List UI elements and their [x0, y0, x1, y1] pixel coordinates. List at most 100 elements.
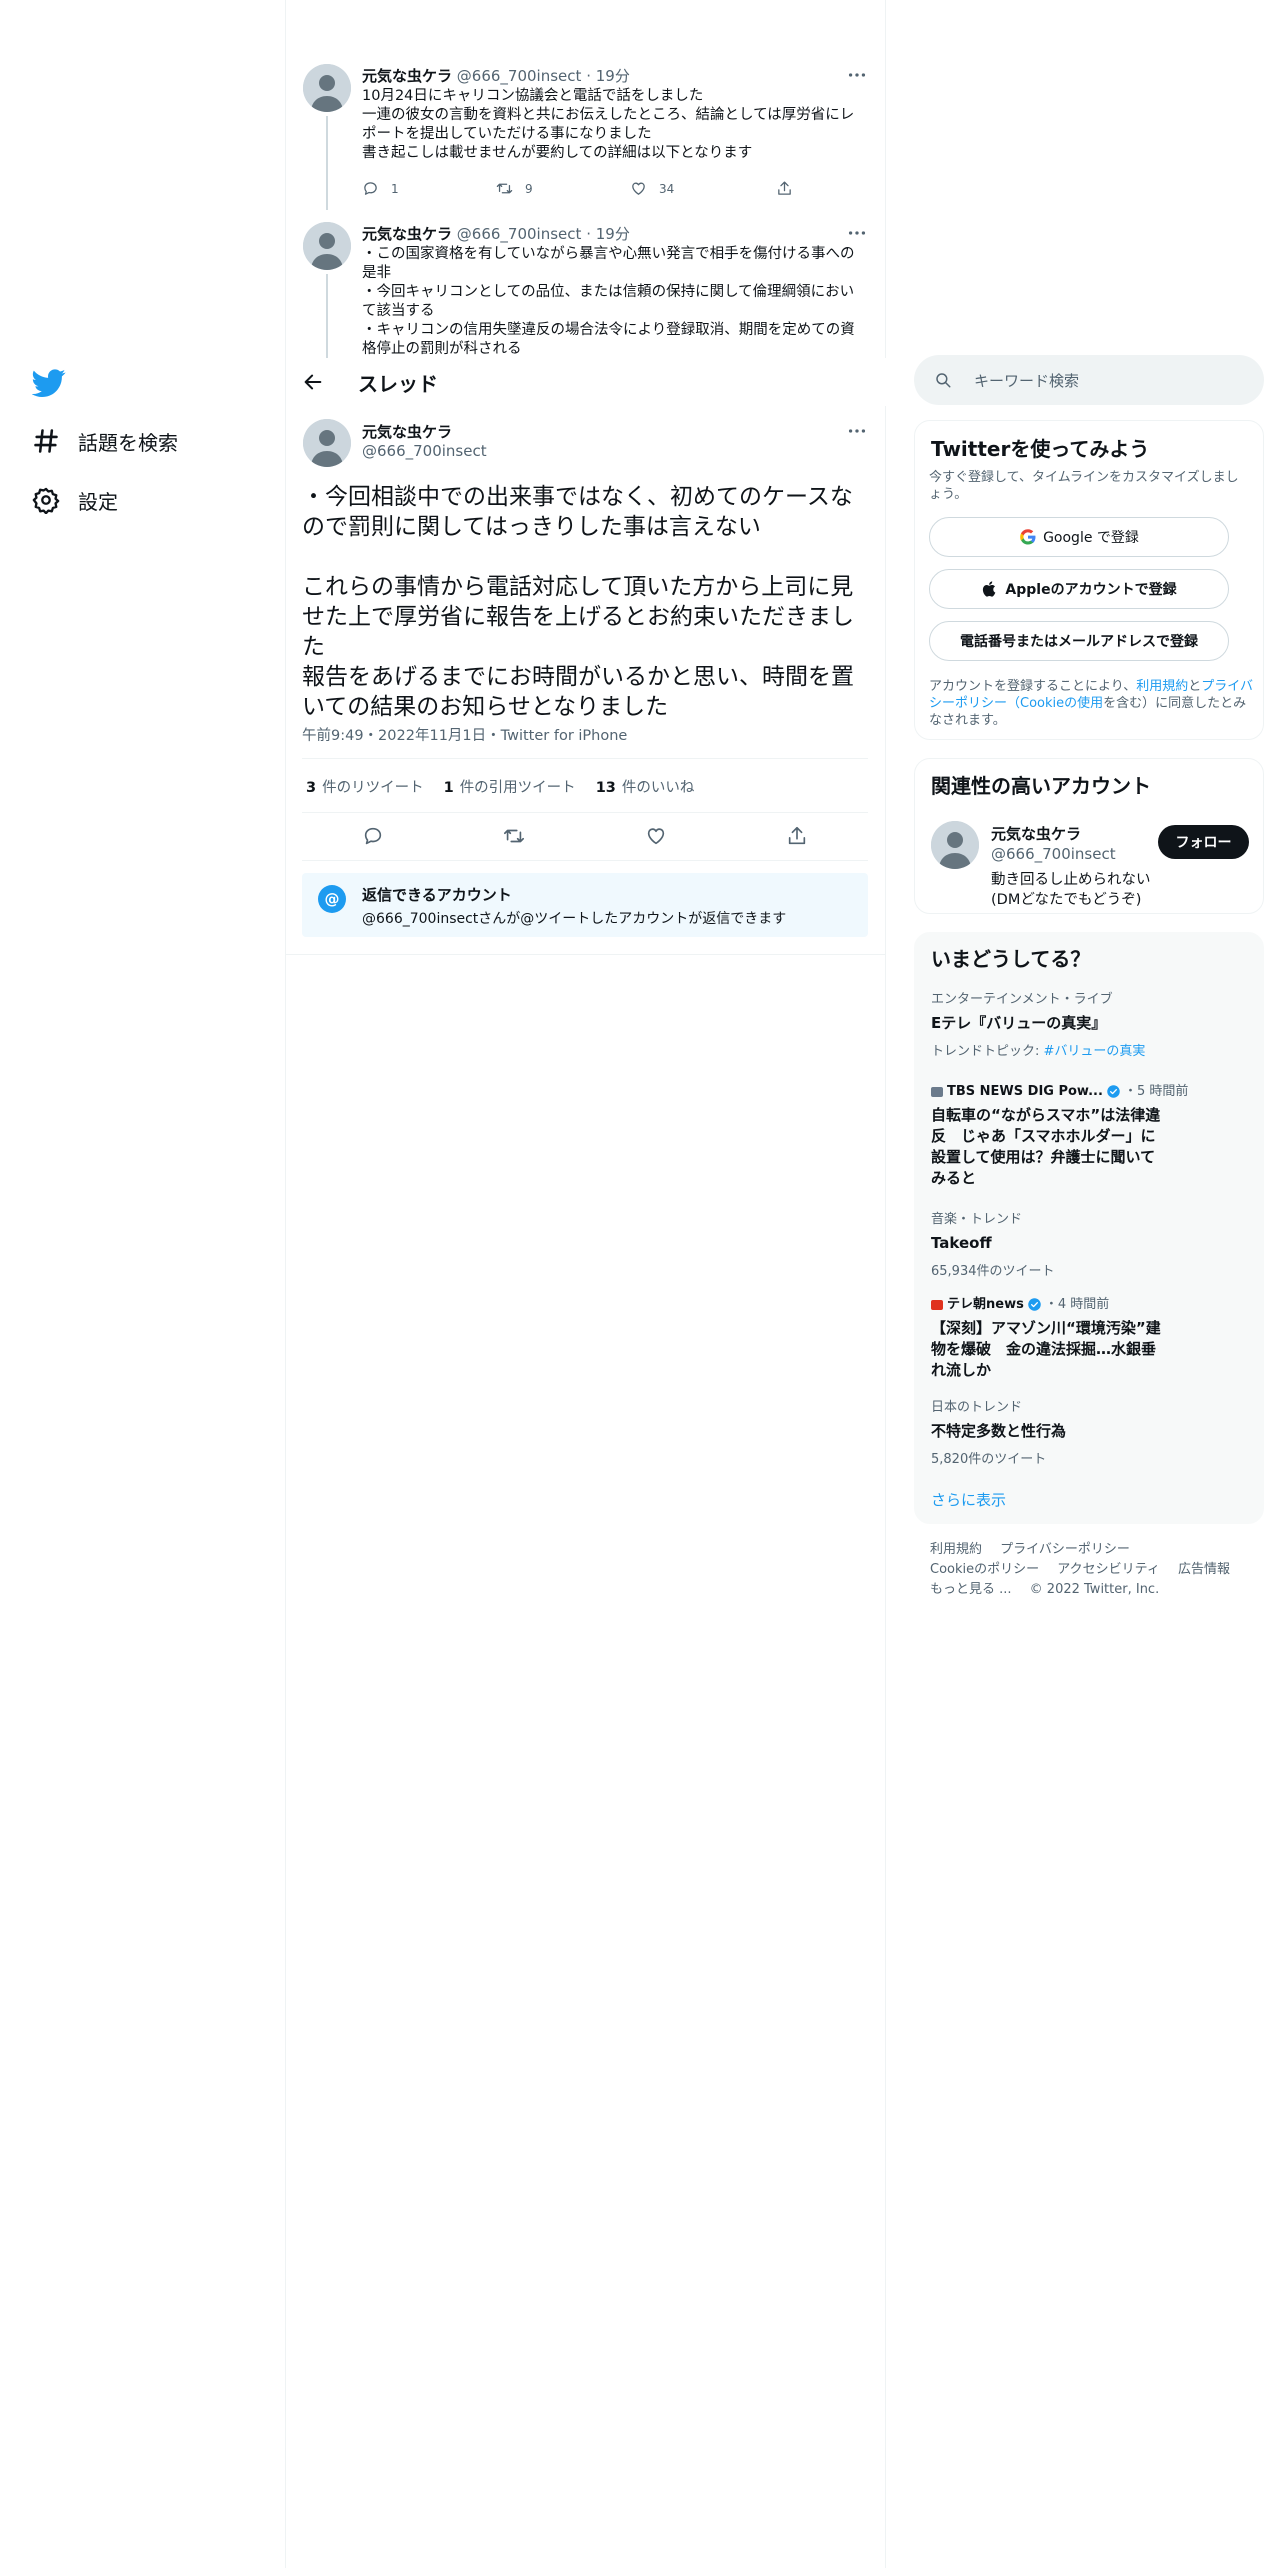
twitter-logo-icon[interactable] [32, 365, 66, 399]
share-icon [778, 181, 791, 195]
left-nav: 話題を検索 設定 [0, 0, 286, 2568]
thread-header: スレッド [286, 358, 886, 406]
heart-icon [632, 182, 645, 195]
more-icon[interactable] [846, 420, 868, 442]
tweet-time[interactable]: 19分 [596, 225, 630, 243]
divider [286, 954, 886, 955]
related-account-bio: 動き回るし止められない(DMどなたでもどうぞ) [991, 872, 1151, 908]
search-icon [936, 373, 951, 388]
tweet-actions: 1 9 34 [362, 180, 805, 197]
divider [302, 758, 868, 759]
divider [302, 860, 868, 861]
tweet-header: 元気な虫ケラ @666_700insect · 19分 [362, 225, 630, 243]
tweet-stats: 3 件のリツイート 1 件の引用ツイート 13 件のいいね [306, 776, 714, 797]
tweet-time[interactable]: 19分 [596, 67, 630, 85]
avatar[interactable] [303, 64, 351, 112]
reply-button[interactable]: 1 [362, 180, 496, 197]
tweet-timestamp[interactable]: 午前9:49・2022年11月1日・Twitter for iPhone [302, 724, 627, 745]
retweet-icon [496, 183, 513, 194]
nav-settings-label: 設定 [78, 489, 118, 514]
footer-link[interactable]: プライバシーポリシー [1000, 1542, 1130, 1557]
thread-connector [326, 274, 328, 360]
footer-link[interactable]: 広告情報 [1178, 1562, 1230, 1577]
trends-card: いまどうしてる？ エンターテインメント・ライブ Eテレ『バリューの真実』 トレン… [914, 932, 1264, 1524]
footer-link[interactable]: もっと見る ... [930, 1582, 1012, 1597]
trend-item[interactable]: 音楽・トレンド Takeoff 65,934件のツイート [931, 1211, 1231, 1279]
tweet-author-name[interactable]: 元気な虫ケラ [362, 67, 452, 85]
trend-item[interactable]: TBS NEWS DIG Pow... ・5 時間前 自転車の“ながらスマホ”は… [931, 1083, 1231, 1189]
signup-title: Twitterを使ってみよう [931, 437, 1150, 461]
reply-icon [364, 182, 377, 195]
retweets-stat[interactable]: 3 件のリツイート [306, 776, 424, 797]
nav-settings[interactable]: 設定 [32, 478, 118, 522]
signup-subtitle: 今すぐ登録して、タイムラインをカスタマイズしましょう。 [929, 470, 1239, 502]
like-button[interactable]: 34 [630, 180, 776, 197]
footer: 利用規約 プライバシーポリシー Cookieのポリシー アクセシビリティ 広告情… [930, 1540, 1260, 1600]
trend-item[interactable]: 日本のトレンド 不特定多数と性行為 5,820件のツイート [931, 1399, 1231, 1467]
reply-notice-title: 返信できるアカウント [362, 886, 512, 904]
tweet-author-name[interactable]: 元気な虫ケラ [362, 225, 452, 243]
gear-icon [32, 487, 60, 514]
reply-notice-text: @666_700insectさんが@ツイートしたアカウントが返信できます [362, 911, 787, 927]
main-tweet-actions [302, 820, 868, 852]
terms-link[interactable]: 利用規約 [1136, 679, 1188, 694]
likes-stat[interactable]: 13 件のいいね [596, 776, 695, 797]
avatar[interactable] [303, 419, 351, 467]
reply-restriction-notice: @ 返信できるアカウント @666_700insectさんが@ツイートしたアカウ… [302, 873, 868, 937]
footer-link[interactable]: アクセシビリティ [1057, 1562, 1160, 1577]
avatar[interactable] [303, 222, 351, 270]
nav-explore-label: 話題を検索 [78, 430, 178, 455]
signup-terms: アカウントを登録することにより、利用規約とプライバシーポリシー（Cookieの使… [929, 679, 1254, 728]
copyright: © 2022 Twitter, Inc. [1029, 1582, 1160, 1597]
main-tweet-author-name[interactable]: 元気な虫ケラ [362, 421, 452, 442]
apple-icon [983, 581, 996, 597]
tweet-text: 10月24日にキャリコン協議会と電話で話をしました 一連の彼女の言動を資料と共に… [362, 88, 855, 161]
divider [302, 812, 868, 813]
quotes-stat[interactable]: 1 件の引用ツイート [444, 776, 576, 797]
search-box[interactable]: キーワード検索 [914, 355, 1264, 405]
news-source-logo-icon [931, 1086, 943, 1097]
thread-connector [326, 116, 328, 210]
main-tweet-handle[interactable]: @666_700insect [362, 442, 487, 460]
tweet-handle[interactable]: @666_700insect [457, 67, 582, 85]
retweet-button[interactable]: 9 [496, 180, 630, 197]
nav-explore[interactable]: 話題を検索 [32, 419, 178, 463]
back-arrow-icon[interactable] [302, 371, 324, 393]
trend-item[interactable]: エンターテインメント・ライブ Eテレ『バリューの真実』 トレンドトピック: #バ… [931, 991, 1231, 1059]
related-account-name[interactable]: 元気な虫ケラ [991, 823, 1081, 844]
tweet-header: 元気な虫ケラ @666_700insect · 19分 [362, 67, 630, 85]
tweet-handle[interactable]: @666_700insect [457, 225, 582, 243]
trend-hashtag-link[interactable]: #バリューの真実 [1044, 1044, 1146, 1059]
trend-item[interactable]: テレ朝news ・4 時間前 【深刻】アマゾン川“環境汚染”建物を爆破 金の違法… [931, 1296, 1231, 1381]
verified-badge-icon [1028, 1298, 1041, 1311]
more-icon[interactable] [846, 64, 868, 86]
hashtag-icon [34, 429, 58, 453]
share-button[interactable] [776, 180, 805, 197]
svg-text:@: @ [325, 890, 340, 908]
signup-card: Twitterを使ってみよう 今すぐ登録して、タイムラインをカスタマイズしましょ… [914, 420, 1264, 740]
verified-badge-icon [1107, 1085, 1120, 1098]
footer-link[interactable]: Cookieのポリシー [930, 1562, 1039, 1577]
share-icon[interactable] [786, 825, 808, 847]
related-accounts-card: 関連性の高いアカウント 元気な虫ケラ @666_700insect 動き回るし止… [914, 758, 1264, 914]
trends-title: いまどうしてる？ [931, 947, 1091, 971]
page-title: スレッド [358, 371, 438, 396]
retweet-icon[interactable] [503, 825, 525, 847]
show-more-link[interactable]: さらに表示 [931, 1489, 1006, 1510]
reply-icon[interactable] [362, 825, 384, 847]
follow-button[interactable]: フォロー [1158, 825, 1249, 859]
search-input[interactable]: キーワード検索 [974, 370, 1079, 391]
heart-icon[interactable] [645, 825, 667, 847]
main-tweet-text: ・今回相談中での出来事ではなく、初めてのケースなので罰則に関してはっきりした事は… [302, 484, 854, 720]
related-account-handle[interactable]: @666_700insect [991, 845, 1116, 863]
related-title: 関連性の高いアカウント [931, 774, 1151, 798]
google-signup-button[interactable]: Google で登録 [929, 517, 1229, 557]
apple-signup-button[interactable]: Appleのアカウントで登録 [929, 569, 1229, 609]
phone-email-signup-button[interactable]: 電話番号またはメールアドレスで登録 [929, 621, 1229, 661]
at-sign-icon: @ [318, 885, 346, 913]
more-icon[interactable] [846, 222, 868, 244]
footer-link[interactable]: 利用規約 [930, 1542, 982, 1557]
avatar[interactable] [931, 821, 979, 869]
tweet-text: ・この国家資格を有していながら暴言や心無い発言で相手を傷付ける事への是非 ・今回… [362, 246, 855, 357]
google-icon [1020, 529, 1036, 545]
